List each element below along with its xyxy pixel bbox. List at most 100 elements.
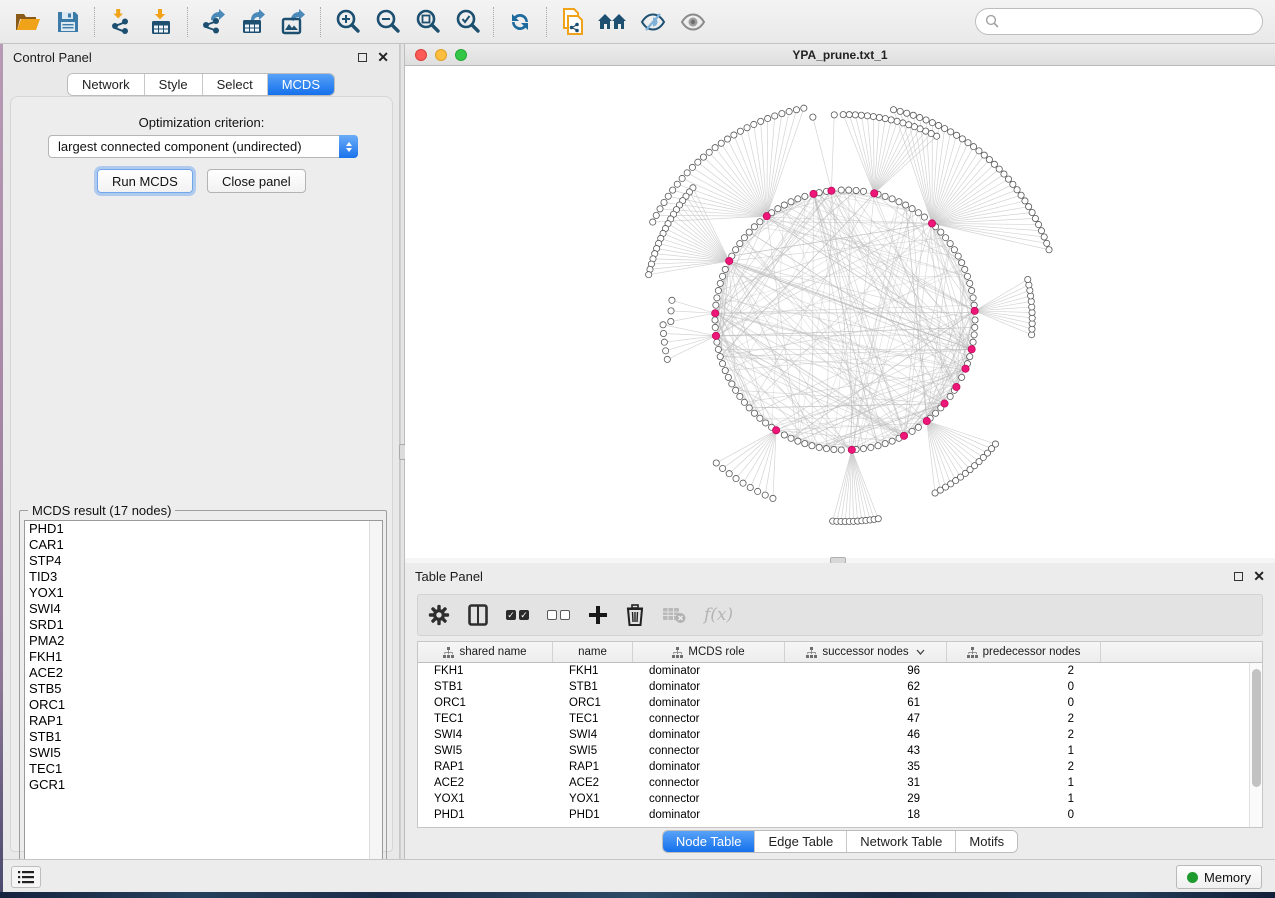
export-table-icon[interactable] [234,4,274,40]
leaf-node[interactable] [700,154,706,160]
ring-node[interactable] [712,324,718,330]
table-scrollbar[interactable] [1249,663,1262,828]
mcds-result-item[interactable]: RAP1 [25,713,382,729]
mcds-hub-node[interactable] [928,220,935,227]
ring-node[interactable] [903,202,909,208]
leaf-node[interactable] [890,107,896,113]
ring-node[interactable] [831,446,837,452]
leaf-node[interactable] [663,348,669,354]
table-row[interactable]: ORC1ORC1dominator610 [418,695,1262,711]
ring-node[interactable] [746,405,752,411]
leaf-node[interactable] [661,199,667,205]
leaf-node[interactable] [948,129,954,135]
export-image-icon[interactable] [274,4,314,40]
mcds-result-item[interactable]: SWI4 [25,601,382,617]
tab-motifs[interactable]: Motifs [956,831,1017,852]
leaf-node[interactable] [959,136,965,142]
ring-node[interactable] [729,381,735,387]
tab-network[interactable]: Network [68,74,145,95]
ring-node[interactable] [971,332,977,338]
ring-node[interactable] [969,287,975,293]
leaf-node[interactable] [1035,221,1041,227]
leaf-node[interactable] [695,159,701,165]
leaf-node[interactable] [897,108,903,114]
leaf-node[interactable] [996,166,1002,172]
ring-node[interactable] [951,247,957,253]
ring-node[interactable] [757,415,763,421]
leaf-node[interactable] [904,110,910,116]
refresh-layout-icon[interactable] [500,4,540,40]
mcds-result-item[interactable]: TID3 [25,569,382,585]
export-network-icon[interactable] [194,4,234,40]
ring-node[interactable] [970,295,976,301]
tab-mcds[interactable]: MCDS [268,74,334,95]
ring-node[interactable] [921,214,927,220]
ring-node[interactable] [717,280,723,286]
mcds-hub-node[interactable] [712,332,719,339]
mcds-result-item[interactable]: TEC1 [25,761,382,777]
ring-node[interactable] [714,339,720,345]
leaf-node[interactable] [755,488,761,494]
ring-node[interactable] [915,210,921,216]
float-window-icon[interactable] [358,53,367,62]
ring-node[interactable] [719,361,725,367]
leaf-node[interactable] [986,157,992,163]
column-header-predecessor-nodes[interactable]: predecessor nodes [947,642,1101,662]
leaf-node[interactable] [779,111,785,117]
node-table[interactable]: shared namenameMCDS rolesuccessor nodesp… [417,641,1263,828]
ring-node[interactable] [781,432,787,438]
leaf-node[interactable] [929,120,935,126]
ring-node[interactable] [889,438,895,444]
leaf-node[interactable] [888,117,894,123]
ring-node[interactable] [733,387,739,393]
ring-node[interactable] [717,354,723,360]
ring-node[interactable] [788,435,794,441]
deselect-all-icon[interactable] [547,610,570,620]
mcds-hub-node[interactable] [971,307,978,314]
show-all-icon[interactable] [673,4,713,40]
ring-node[interactable] [970,339,976,345]
add-column-icon[interactable] [588,605,608,625]
leaf-node[interactable] [1026,204,1032,210]
table-row[interactable]: RAP1RAP1dominator352 [418,759,1262,775]
leaf-node[interactable] [991,161,997,167]
tab-network-table[interactable]: Network Table [847,831,956,852]
duplicate-network-icon[interactable] [553,4,593,40]
table-scrollbar-thumb[interactable] [1252,669,1261,787]
leaf-node[interactable] [910,112,916,118]
hide-selected-icon[interactable] [633,4,673,40]
mcds-result-item[interactable]: GCR1 [25,777,382,793]
leaf-node[interactable] [1029,209,1035,215]
leaf-node[interactable] [875,516,881,522]
leaf-node[interactable] [689,164,695,170]
ring-node[interactable] [860,188,866,194]
leaf-node[interactable] [713,460,719,466]
leaf-node[interactable] [911,124,917,130]
leaf-node[interactable] [840,112,846,118]
mcds-list-scrollbar[interactable] [369,521,382,876]
leaf-node[interactable] [726,471,732,477]
mcds-hub-node[interactable] [712,310,719,317]
leaf-node[interactable] [1022,198,1028,204]
ring-node[interactable] [972,324,978,330]
leaf-node[interactable] [660,322,666,328]
table-row[interactable]: STB1STB1dominator620 [418,679,1262,695]
leaf-node[interactable] [679,175,685,181]
leaf-node[interactable] [935,122,941,128]
close-panel-icon[interactable]: ✕ [377,53,389,62]
memory-button[interactable]: Memory [1176,865,1262,889]
column-header-name[interactable]: name [553,642,633,662]
leaf-node[interactable] [831,112,837,118]
table-row[interactable]: TEC1TEC1connector472 [418,711,1262,727]
leaf-node[interactable] [740,480,746,486]
open-folder-icon[interactable] [8,4,48,40]
leaf-node[interactable] [718,140,724,146]
ring-node[interactable] [751,224,757,230]
leaf-node[interactable] [1018,192,1024,198]
ring-node[interactable] [959,260,965,266]
ring-node[interactable] [722,368,728,374]
leaf-node[interactable] [976,148,982,154]
mcds-result-item[interactable]: STP4 [25,553,382,569]
network-graph-canvas[interactable] [405,66,1275,558]
mcds-hub-node[interactable] [810,190,817,197]
